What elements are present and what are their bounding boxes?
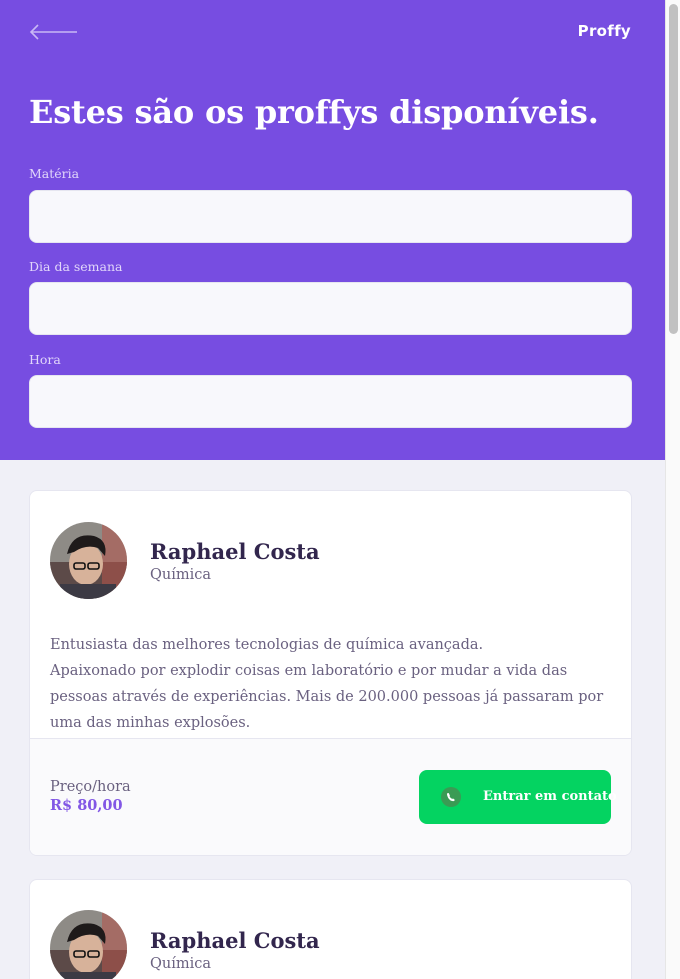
page: Proffy Estes são os proffys disponíveis.… bbox=[0, 0, 665, 979]
page-header: Proffy Estes são os proffys disponíveis.… bbox=[0, 0, 665, 460]
scrollbar[interactable] bbox=[665, 0, 680, 979]
weekday-select[interactable] bbox=[29, 282, 632, 335]
card-footer: Preço/hora R$ 80,00 Entrar em contato bbox=[30, 738, 631, 855]
page-title: Estes são os proffys disponíveis. bbox=[29, 93, 599, 131]
teacher-card: Raphael Costa Química Entusiasta das mel… bbox=[29, 490, 632, 856]
teacher-bio: Entusiasta das melhores tecnologias de q… bbox=[50, 632, 615, 736]
contact-button-label: Entrar em contato bbox=[483, 789, 617, 804]
bio-line: Entusiasta das melhores tecnologias de q… bbox=[50, 637, 484, 653]
teacher-subject: Química bbox=[150, 567, 212, 583]
bio-line: Apaixonado por explodir coisas em labora… bbox=[50, 663, 604, 731]
arrow-left-icon bbox=[29, 24, 77, 40]
avatar-image bbox=[50, 522, 127, 599]
avatar-image bbox=[50, 910, 127, 979]
time-input[interactable] bbox=[29, 375, 632, 428]
weekday-label: Dia da semana bbox=[29, 259, 123, 274]
teacher-name: Raphael Costa bbox=[150, 928, 320, 953]
teacher-name: Raphael Costa bbox=[150, 539, 320, 564]
subject-label: Matéria bbox=[29, 166, 80, 181]
logo: Proffy bbox=[577, 22, 631, 40]
time-label: Hora bbox=[29, 352, 61, 367]
teacher-card: Raphael Costa Química bbox=[29, 879, 632, 979]
avatar bbox=[50, 522, 127, 599]
price-value: R$ 80,00 bbox=[50, 797, 123, 814]
top-bar: Proffy bbox=[29, 20, 631, 44]
contact-button[interactable]: Entrar em contato bbox=[419, 770, 617, 824]
avatar bbox=[50, 910, 127, 979]
price-label: Preço/hora bbox=[50, 779, 131, 795]
teacher-subject: Química bbox=[150, 956, 212, 972]
subject-select[interactable] bbox=[29, 190, 632, 243]
back-button[interactable] bbox=[29, 20, 79, 44]
whatsapp-icon bbox=[441, 787, 461, 807]
scrollbar-thumb[interactable] bbox=[669, 4, 678, 334]
